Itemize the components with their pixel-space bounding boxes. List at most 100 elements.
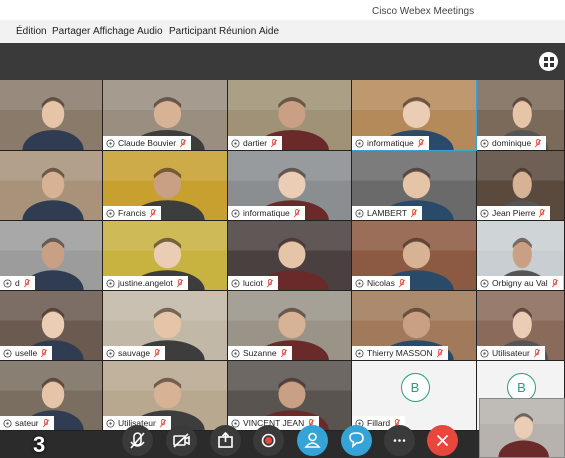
- participant-name: LAMBERT: [367, 208, 407, 218]
- speaker-icon: [231, 348, 240, 358]
- chat-button[interactable]: [341, 425, 372, 456]
- participant-tile[interactable]: dartier: [228, 80, 352, 151]
- window-titlebar: Cisco Webex Meetings: [0, 0, 565, 20]
- participant-tile[interactable]: Utilisateur: [103, 361, 228, 431]
- participant-name-label: dominique: [477, 136, 547, 150]
- participant-tile[interactable]: Claude Bouvier: [103, 80, 228, 151]
- speaker-icon: [480, 208, 489, 218]
- participant-tile[interactable]: [0, 151, 103, 221]
- participant-name-label: Orbigny au Val: [477, 276, 563, 290]
- participant-name-label: d: [0, 276, 35, 290]
- speaker-icon: [231, 208, 240, 218]
- speaker-icon: [106, 138, 115, 148]
- record-button[interactable]: [253, 425, 284, 456]
- window-title: Cisco Webex Meetings: [372, 6, 475, 17]
- menu-aide[interactable]: Aide: [259, 26, 279, 37]
- speaker-icon: [106, 348, 115, 358]
- muted-mic-icon: [436, 348, 443, 357]
- muted-mic-icon: [271, 138, 278, 147]
- muted-mic-icon: [280, 348, 287, 357]
- participant-name: informatique: [367, 138, 414, 148]
- meeting-controls: [0, 425, 565, 458]
- chat-icon: [349, 432, 364, 448]
- participant-tile[interactable]: [0, 80, 103, 151]
- mute-mic-button[interactable]: [122, 425, 153, 456]
- participant-tile[interactable]: Orbigny au Val: [477, 221, 565, 291]
- participant-tile[interactable]: d: [0, 221, 103, 291]
- participant-tile[interactable]: Utilisateur: [477, 291, 565, 361]
- grid-icon: [543, 56, 554, 67]
- more-button[interactable]: [384, 425, 415, 456]
- participant-name-label: Francis: [103, 206, 161, 220]
- participant-name: Nicolas: [367, 278, 395, 288]
- participants-icon: [304, 432, 321, 448]
- menu-audio[interactable]: Audio: [137, 26, 163, 37]
- stop-video-button[interactable]: [166, 425, 197, 456]
- record-icon: [261, 433, 276, 448]
- muted-mic-icon: [410, 208, 418, 217]
- participant-tile[interactable]: Francis: [103, 151, 228, 221]
- menu-affichage[interactable]: Affichage: [93, 26, 135, 37]
- participant-tile[interactable]: uselle: [0, 291, 103, 361]
- mute-mic-icon: [130, 432, 145, 449]
- speaker-icon: [231, 278, 240, 288]
- menu-reunion[interactable]: Réunion: [219, 26, 256, 37]
- participant-name: informatique: [243, 208, 290, 218]
- participant-tile[interactable]: Suzanne: [228, 291, 352, 361]
- participant-name: dartier: [243, 138, 268, 148]
- share-button[interactable]: [210, 425, 241, 456]
- participant-name-label: informatique: [228, 206, 305, 220]
- participant-tile[interactable]: justine.angelot: [103, 221, 228, 291]
- participant-name-label: luciot: [228, 276, 278, 290]
- participant-name-label: Thierry MASSON: [352, 346, 448, 360]
- participant-name-label: uselle: [0, 346, 53, 360]
- menu-participant[interactable]: Participant: [169, 26, 216, 37]
- menu-edition[interactable]: Édition: [16, 26, 47, 37]
- muted-mic-icon: [535, 138, 542, 147]
- participant-tile[interactable]: dominique: [477, 80, 565, 151]
- participant-tile[interactable]: B Fillard: [352, 361, 477, 431]
- leave-icon: [436, 434, 449, 447]
- meeting-topbar: [0, 43, 565, 80]
- participant-tile[interactable]: Jean Pierre: [477, 151, 565, 221]
- participant-tile[interactable]: sauvage: [103, 291, 228, 361]
- speaker-icon: [480, 278, 489, 288]
- participant-tile[interactable]: informatique: [352, 80, 477, 151]
- stop-video-icon: [173, 433, 190, 448]
- muted-mic-icon: [180, 138, 187, 147]
- muted-mic-icon: [417, 138, 424, 147]
- participant-name-label: sauvage: [103, 346, 166, 360]
- leave-button[interactable]: [427, 425, 458, 456]
- participant-name-label: Jean Pierre: [477, 206, 551, 220]
- participant-tile[interactable]: LAMBERT: [352, 151, 477, 221]
- speaker-icon: [355, 138, 364, 148]
- participant-name: Francis: [118, 208, 146, 218]
- participant-name: dominique: [492, 138, 532, 148]
- muted-mic-icon: [398, 278, 405, 287]
- participant-tile[interactable]: informatique: [228, 151, 352, 221]
- participant-tile[interactable]: VINCENT JEAN: [228, 361, 352, 431]
- participant-tile[interactable]: Thierry MASSON: [352, 291, 477, 361]
- more-icon: [393, 439, 406, 442]
- muted-mic-icon: [539, 208, 546, 217]
- speaker-icon: [355, 208, 364, 218]
- participant-initial: B: [400, 373, 430, 402]
- video-grid: Claude Bouvier dartier informatique domi…: [0, 80, 565, 458]
- speaker-icon: [480, 348, 489, 358]
- participant-name-label: justine.angelot: [103, 276, 188, 290]
- participant-tile[interactable]: Nicolas: [352, 221, 477, 291]
- grid-layout-button[interactable]: [539, 52, 558, 71]
- muted-mic-icon: [176, 278, 183, 287]
- participant-tile[interactable]: luciot: [228, 221, 352, 291]
- participant-name: justine.angelot: [118, 278, 173, 288]
- participant-tile[interactable]: sateur: [0, 361, 103, 431]
- speaker-icon: [3, 278, 12, 288]
- muted-mic-icon: [533, 348, 540, 357]
- menu-partager[interactable]: Partager: [52, 26, 90, 37]
- participants-button[interactable]: [297, 425, 328, 456]
- participant-name-label: Claude Bouvier: [103, 136, 192, 150]
- participant-name-label: informatique: [352, 136, 429, 150]
- muted-mic-icon: [149, 208, 156, 217]
- participant-name-label: Nicolas: [352, 276, 410, 290]
- speaker-icon: [3, 348, 12, 358]
